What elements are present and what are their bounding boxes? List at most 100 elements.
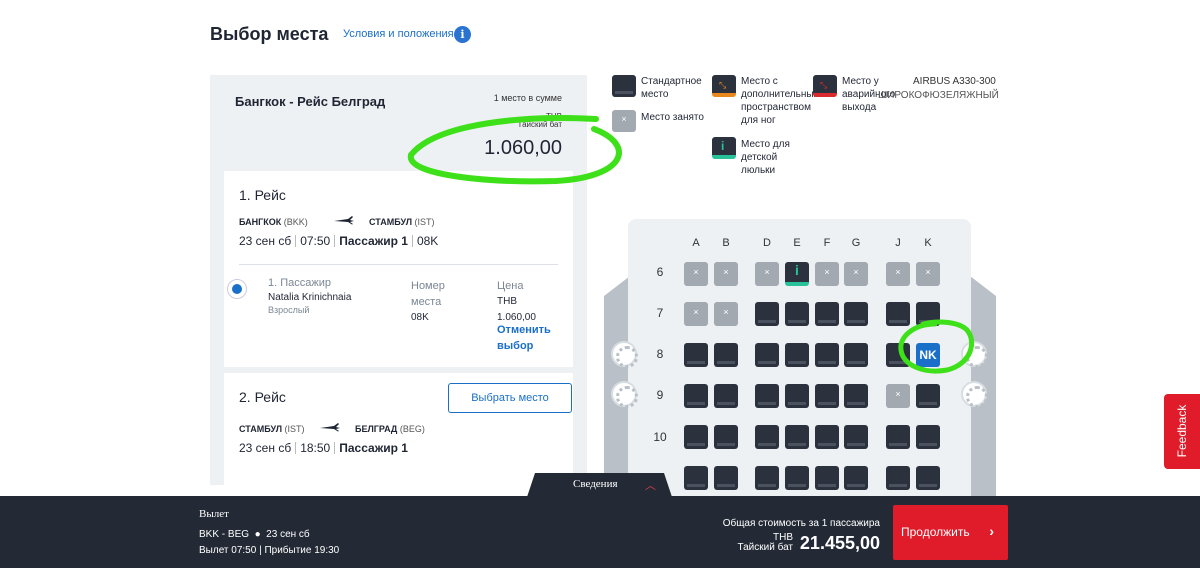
seat-6b: [714, 262, 738, 286]
seat-7b: [714, 302, 738, 326]
seat-6j: [886, 262, 910, 286]
seat-11j[interactable]: [886, 466, 910, 490]
seat-10k[interactable]: [916, 425, 940, 449]
seat-10a[interactable]: [684, 425, 708, 449]
page-title: Выбор места: [210, 24, 329, 44]
seat-8d[interactable]: [755, 343, 779, 367]
passenger-type: Взрослый: [268, 305, 310, 315]
seat-7d[interactable]: [755, 302, 779, 326]
seat-8a[interactable]: [684, 343, 708, 367]
seat-8b[interactable]: [714, 343, 738, 367]
seat-10b[interactable]: [714, 425, 738, 449]
pick-seat-button[interactable]: Выбрать место: [448, 383, 572, 413]
seat-9e[interactable]: [785, 384, 809, 408]
flight-2-to: БЕЛГРАД (BEG): [355, 424, 425, 434]
flight-1-to: СТАМБУЛ (IST): [369, 217, 435, 227]
flight-1-details: 23 сен сб 07:50 Пассажир 1 08K: [239, 234, 439, 248]
legend-exit-icon: ⤡: [813, 75, 837, 97]
seat-8g[interactable]: [844, 343, 868, 367]
seat-11d[interactable]: [755, 466, 779, 490]
row-number: 7: [656, 306, 664, 320]
seat-7a: [684, 302, 708, 326]
legend-occupied: Место занято: [641, 112, 704, 123]
seat-11g[interactable]: [844, 466, 868, 490]
legend-bassinet: Место для детской люльки: [741, 139, 790, 176]
info-icon[interactable]: i: [454, 26, 471, 43]
terms-link[interactable]: Условия и положения: [343, 28, 454, 40]
flight-1-from: БАНГКОК (BKK): [239, 217, 308, 227]
flight-2-details: 23 сен сб 18:50 Пассажир 1: [239, 441, 408, 455]
chevron-right-icon: ›: [989, 523, 994, 539]
seat-8k-selected[interactable]: NK: [916, 343, 940, 367]
seat-11a[interactable]: [684, 466, 708, 490]
seat-9b[interactable]: [714, 384, 738, 408]
bottom-bar: Вылет BKK - BEG ● 23 сен сб Вылет 07:50 …: [0, 496, 1200, 568]
passenger-radio[interactable]: [227, 279, 247, 299]
seat-8e[interactable]: [785, 343, 809, 367]
seat-10d[interactable]: [755, 425, 779, 449]
seat-9j: [886, 384, 910, 408]
column-letter: K: [924, 237, 932, 249]
currency-name: Тайский бат: [517, 120, 562, 129]
chevron-up-icon: ︿: [645, 480, 656, 492]
seats-sum: 1 место в сумме: [493, 93, 562, 103]
flight-1-title: 1. Рейс: [239, 187, 286, 203]
column-letter: F: [823, 237, 831, 249]
flight-2-card: 2. Рейс Выбрать место СТАМБУЛ (IST) БЕЛГ…: [224, 373, 573, 488]
engine-icon: [611, 341, 638, 368]
seat-6k: [916, 262, 940, 286]
seat-6e-bassinet[interactable]: [785, 262, 809, 286]
passenger-label: 1. Пассажир: [268, 277, 331, 289]
price-currency: THB: [497, 296, 517, 307]
legend-extra-leg-icon: ⤡: [712, 75, 736, 97]
seat-7e[interactable]: [785, 302, 809, 326]
row-number: 9: [656, 388, 664, 402]
seat-9f[interactable]: [815, 384, 839, 408]
seat-8j[interactable]: [886, 343, 910, 367]
seat-10g[interactable]: [844, 425, 868, 449]
legend-extra-leg: Место с дополнительным пространством для…: [741, 76, 821, 126]
seat-9k[interactable]: [916, 384, 940, 408]
seat-11k[interactable]: [916, 466, 940, 490]
passenger-name: Natalia Krinichnaia: [268, 292, 352, 303]
seat-7f[interactable]: [815, 302, 839, 326]
route-title: Бангкок - Рейс Белград: [235, 94, 386, 109]
seat-8f[interactable]: [815, 343, 839, 367]
aircraft-body-type: ШИРОКОФЮЗЕЛЯЖНЫЙ: [878, 90, 999, 101]
seat-7k[interactable]: [916, 302, 940, 326]
seat-11f[interactable]: [815, 466, 839, 490]
seat-column-label: Номер места: [411, 280, 445, 308]
summary-total: 1.060,00: [484, 137, 562, 159]
legend-bassinet-icon: i: [712, 137, 736, 159]
flight-1-card: 1. Рейс БАНГКОК (BKK) СТАМБУЛ (IST) 23 с…: [224, 171, 573, 367]
seat-10f[interactable]: [815, 425, 839, 449]
seat-7g[interactable]: [844, 302, 868, 326]
seat-11e[interactable]: [785, 466, 809, 490]
summary-panel: Бангкок - Рейс Белград 1 место в сумме T…: [210, 75, 587, 488]
seat-9g[interactable]: [844, 384, 868, 408]
column-letter: A: [692, 237, 700, 249]
seat-11b[interactable]: [714, 466, 738, 490]
total-label: Общая стоимость за 1 пассажира: [722, 518, 880, 529]
seat-7j[interactable]: [886, 302, 910, 326]
divider: [239, 264, 558, 265]
seat-6g: [844, 262, 868, 286]
cancel-selection-link[interactable]: Отменить выбор: [497, 322, 557, 354]
departure-route: BKK - BEG ● 23 сен сб: [199, 529, 310, 540]
feedback-tab[interactable]: Feedback: [1164, 394, 1200, 469]
plane-icon: [334, 216, 354, 225]
seat-10j[interactable]: [886, 425, 910, 449]
seat-10e[interactable]: [785, 425, 809, 449]
departure-times: Вылет 07:50 | Прибытие 19:30: [199, 545, 340, 556]
continue-button[interactable]: Продолжить ›: [893, 505, 1008, 560]
plane-icon: [320, 423, 340, 432]
row-number: 6: [656, 265, 664, 279]
column-letter: D: [763, 237, 771, 249]
seat-9a[interactable]: [684, 384, 708, 408]
details-tab[interactable]: Сведения ︿: [527, 473, 672, 497]
engine-icon: [611, 381, 638, 408]
legend-occupied-icon: [612, 110, 636, 132]
seat-9d[interactable]: [755, 384, 779, 408]
column-letter: G: [851, 237, 861, 249]
seat-6d: [755, 262, 779, 286]
